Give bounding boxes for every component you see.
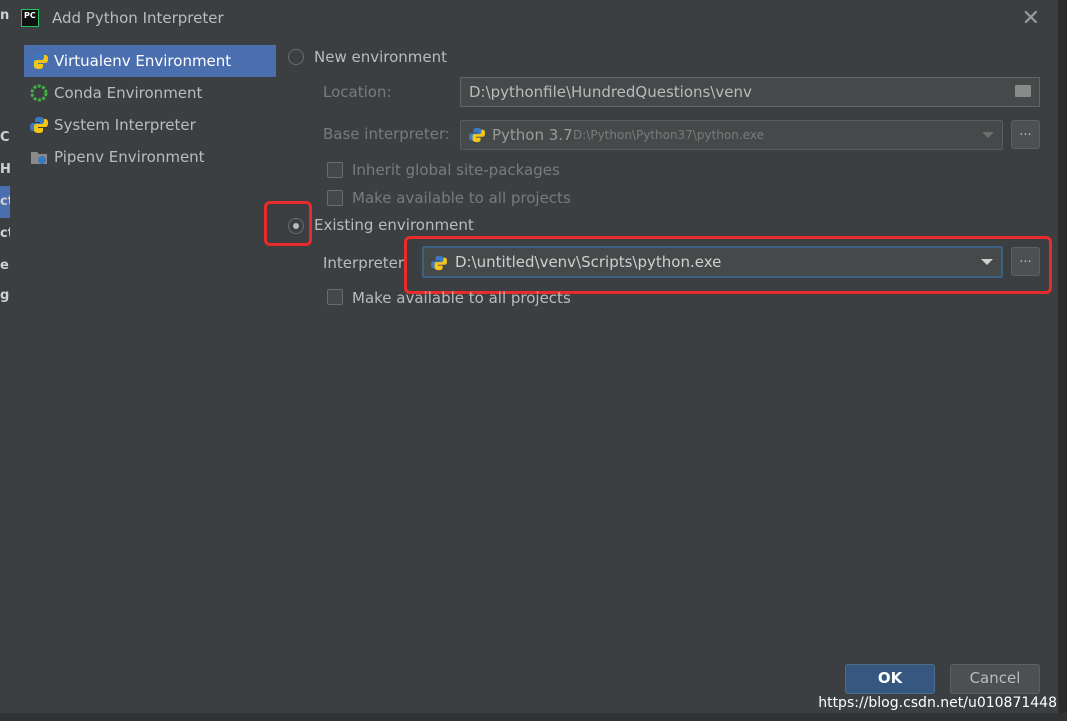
cancel-button[interactable]: Cancel <box>950 664 1040 694</box>
background-ide-strip: n C H ct ct e ge <box>0 0 18 721</box>
background-bottom-edge <box>0 713 1067 721</box>
background-text: e <box>0 258 9 273</box>
pipenv-icon <box>30 148 48 166</box>
dialog-title: Add Python Interpreter <box>52 9 224 27</box>
sidebar-item-conda[interactable]: Conda Environment <box>24 77 276 109</box>
python-icon <box>469 127 485 143</box>
add-interpreter-dialog: PC Add Python Interpreter ✕ Virtualenv E… <box>10 0 1058 713</box>
sidebar-item-pipenv[interactable]: Pipenv Environment <box>24 141 276 173</box>
existing-env-make-available-checkbox[interactable] <box>327 289 343 305</box>
background-right-edge <box>1058 0 1067 721</box>
location-label: Location: <box>323 83 392 101</box>
new-environment-label: New environment <box>314 48 448 66</box>
background-text: C <box>0 130 10 145</box>
pycharm-logo-icon: PC <box>21 9 39 27</box>
new-env-make-available-checkbox[interactable] <box>327 190 343 206</box>
sidebar-item-virtualenv[interactable]: Virtualenv Environment <box>24 45 276 77</box>
sidebar-item-label: Pipenv Environment <box>54 148 205 166</box>
folder-icon[interactable] <box>1015 85 1031 97</box>
interpreter-highlight-box <box>404 236 1052 294</box>
sidebar-item-label: System Interpreter <box>54 116 196 134</box>
watermark-text: https://blog.csdn.net/u010871448 <box>818 695 1057 711</box>
new-environment-radio[interactable] <box>288 49 304 65</box>
ok-button[interactable]: OK <box>845 664 935 694</box>
new-env-make-available-label: Make available to all projects <box>352 189 571 207</box>
base-interpreter-path: D:\Python\Python37\python.exe <box>573 128 764 142</box>
base-interpreter-label: Base interpreter: <box>323 125 450 143</box>
sidebar-item-label: Virtualenv Environment <box>54 52 232 70</box>
location-field[interactable]: D:\pythonfile\HundredQuestions\venv <box>460 77 1040 107</box>
location-value: D:\pythonfile\HundredQuestions\venv <box>469 83 752 101</box>
existing-environment-label: Existing environment <box>314 216 474 234</box>
interpreter-label: Interpreter <box>323 254 405 272</box>
chevron-down-icon <box>982 132 994 138</box>
existing-environment-radio[interactable] <box>288 218 304 234</box>
python-icon <box>30 116 48 134</box>
base-interpreter-dropdown[interactable]: Python 3.7 D:\Python\Python37\python.exe <box>460 120 1003 150</box>
base-interpreter-browse-button[interactable]: ... <box>1011 120 1040 149</box>
inherit-packages-label: Inherit global site-packages <box>352 161 560 179</box>
python-virtualenv-icon <box>30 52 48 70</box>
sidebar-item-label: Conda Environment <box>54 84 203 102</box>
existing-env-make-available-label: Make available to all projects <box>352 289 571 307</box>
sidebar-item-system-interpreter[interactable]: System Interpreter <box>24 109 276 141</box>
base-interpreter-version: Python 3.7 <box>492 126 573 144</box>
inherit-packages-checkbox[interactable] <box>327 162 343 178</box>
settings-panel: New environment Location: D:\pythonfile\… <box>264 0 1057 713</box>
background-text: n <box>0 8 10 23</box>
conda-icon <box>30 84 48 102</box>
environment-type-list: Virtualenv Environment Conda Environment… <box>24 45 276 173</box>
